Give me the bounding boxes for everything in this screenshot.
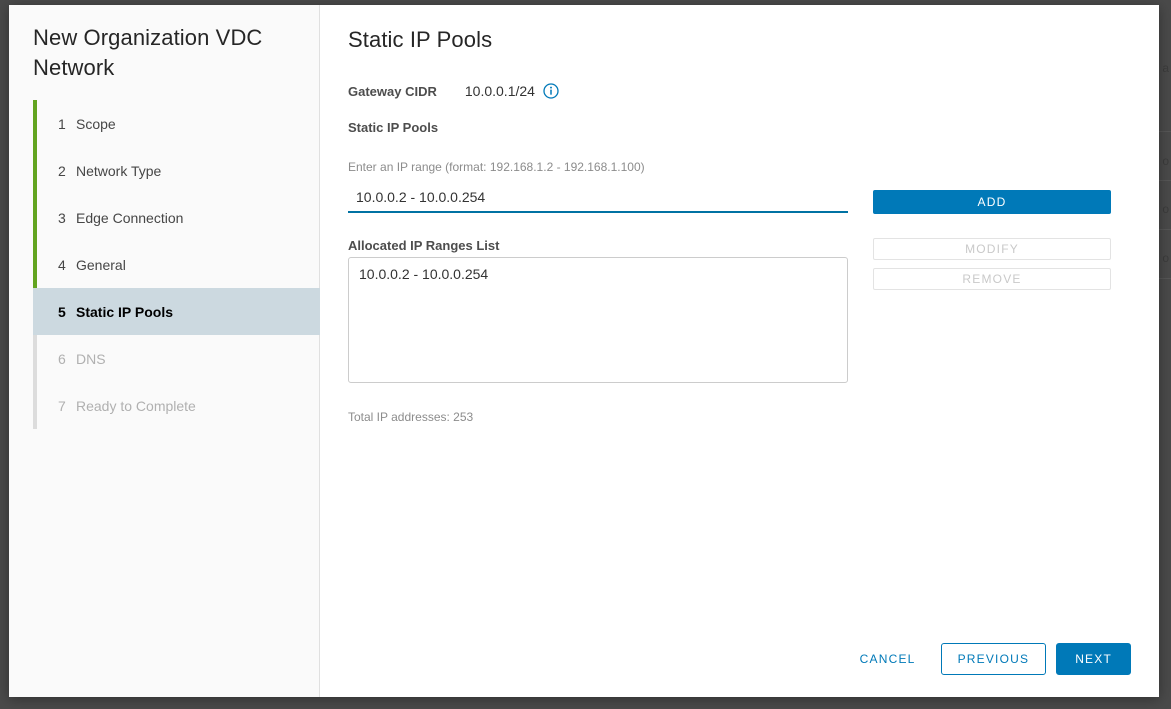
gateway-cidr-value: 10.0.0.1/24 [464,83,535,99]
background-glyph: o [1162,202,1169,216]
wizard-dialog: New Organization VDC Network 1 Scope 2 N… [9,5,1159,697]
step-number: 7 [58,397,66,414]
step-label: Scope [76,115,116,132]
total-ip-addresses: Total IP addresses: 253 [348,410,474,424]
sidebar-item-network-type[interactable]: 2 Network Type [33,147,320,194]
step-number: 6 [58,350,66,367]
add-button[interactable]: ADD [873,190,1111,214]
step-number: 3 [58,209,66,226]
wizard-main-panel: Static IP Pools Gateway CIDR 10.0.0.1/24… [320,5,1159,697]
ip-range-input[interactable] [348,186,848,213]
info-circle-icon[interactable] [543,83,559,99]
ip-range-hint: Enter an IP range (format: 192.168.1.2 -… [348,160,645,174]
wizard-footer: CANCEL PREVIOUS NEXT [845,643,1131,675]
background-glyph: a [1162,61,1169,75]
sidebar-item-dns: 6 DNS [33,335,320,382]
step-label: Static IP Pools [76,303,173,320]
next-button[interactable]: NEXT [1056,643,1131,675]
step-label: Edge Connection [76,209,184,226]
step-number: 1 [58,115,66,132]
wizard-title: New Organization VDC Network [33,25,263,80]
wizard-sidebar: New Organization VDC Network 1 Scope 2 N… [9,5,320,697]
sidebar-item-static-ip-pools[interactable]: 5 Static IP Pools [33,288,320,335]
step-label: Network Type [76,162,162,179]
remove-button: REMOVE [873,268,1111,290]
modify-button: MODIFY [873,238,1111,260]
list-item[interactable]: 10.0.0.2 - 10.0.0.254 [349,264,847,284]
gateway-cidr-label: Gateway CIDR [348,83,437,99]
allocated-ranges-label: Allocated IP Ranges List [348,238,500,253]
step-number: 4 [58,256,66,273]
step-label: DNS [76,350,106,367]
page-title: Static IP Pools [348,27,493,52]
cancel-button[interactable]: CANCEL [845,643,931,675]
wizard-step-list: 1 Scope 2 Network Type 3 Edge Connection… [33,100,320,429]
step-number: 2 [58,162,66,179]
background-glyph: o [1162,251,1169,265]
gateway-cidr-row: Gateway CIDR 10.0.0.1/24 [348,83,559,99]
step-label: General [76,256,126,273]
sidebar-item-edge-connection[interactable]: 3 Edge Connection [33,194,320,241]
background-glyph: o [1162,154,1169,168]
sidebar-item-scope[interactable]: 1 Scope [33,100,320,147]
sidebar-item-ready-to-complete: 7 Ready to Complete [33,382,320,429]
static-ip-pools-label: Static IP Pools [348,120,439,135]
allocated-ranges-list[interactable]: 10.0.0.2 - 10.0.0.254 [348,257,848,383]
step-number: 5 [58,303,66,320]
step-label: Ready to Complete [76,397,196,414]
sidebar-item-general[interactable]: 4 General [33,241,320,288]
previous-button[interactable]: PREVIOUS [940,643,1047,675]
